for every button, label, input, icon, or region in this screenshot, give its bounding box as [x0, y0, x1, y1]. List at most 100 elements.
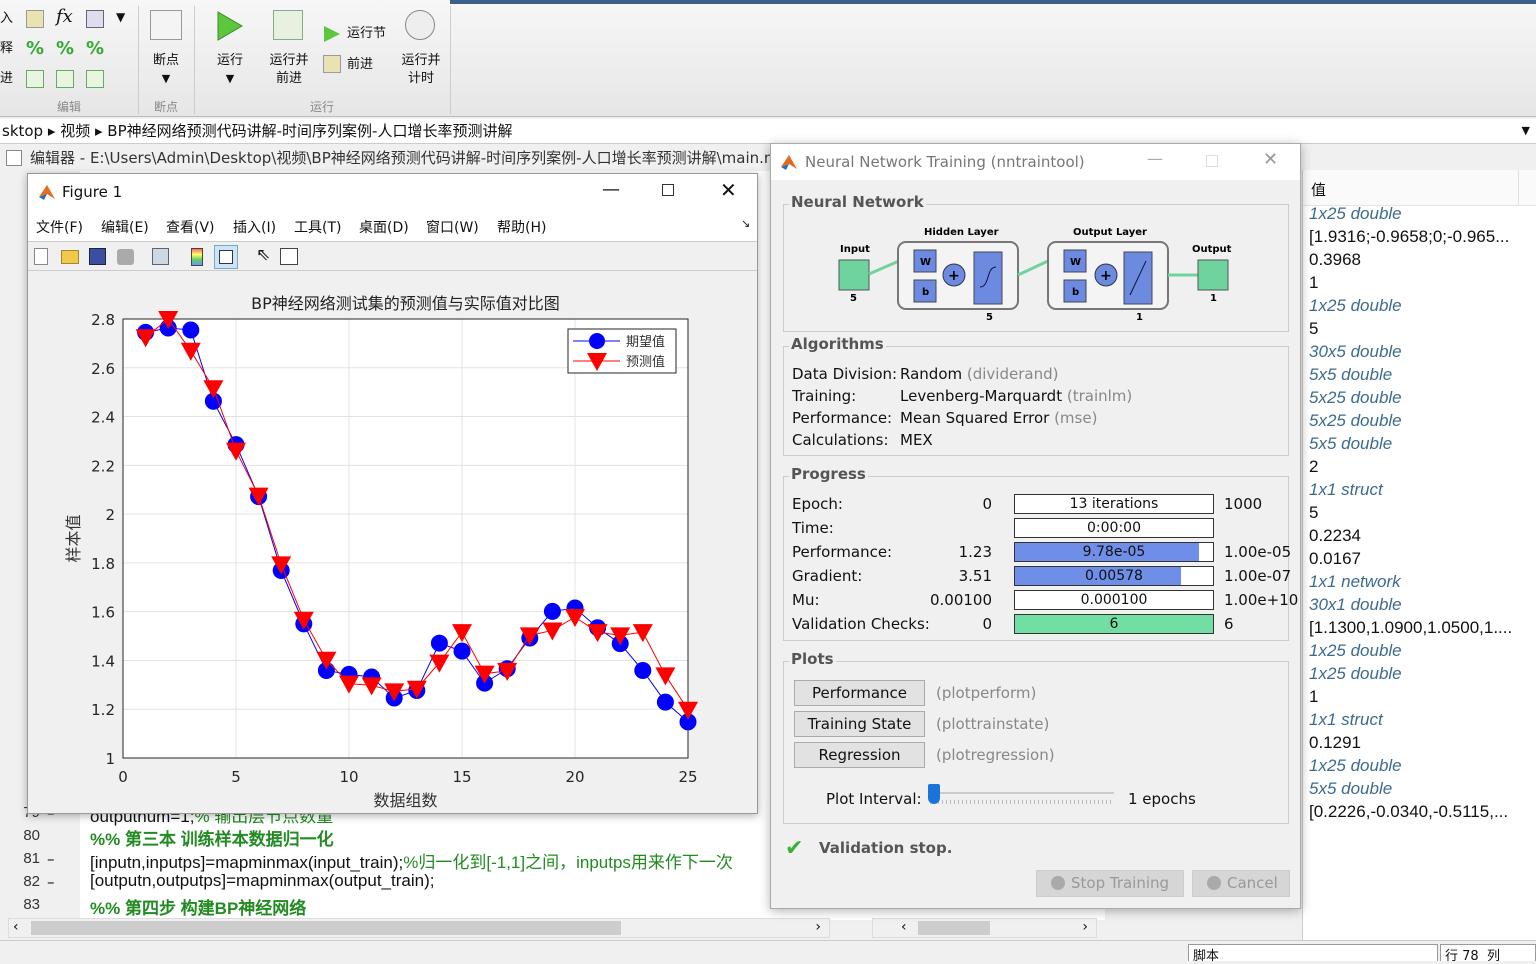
chevron-down-icon[interactable]: ▼	[210, 70, 250, 88]
workspace-value[interactable]: 5x5 double	[1309, 779, 1392, 799]
new-figure-icon[interactable]	[34, 248, 48, 265]
workspace-value[interactable]: 2	[1309, 457, 1318, 477]
minimize-button[interactable]: —	[1147, 149, 1163, 168]
workspace-value[interactable]: 5	[1309, 503, 1318, 523]
property-inspector-icon[interactable]	[280, 248, 298, 265]
insert-function-icon[interactable]	[86, 10, 104, 28]
plot-regression-button[interactable]: Regression	[794, 742, 925, 768]
breakpoint-marker[interactable]: –	[47, 850, 55, 868]
workspace-value[interactable]: 1x25 double	[1309, 204, 1402, 224]
slider-thumb[interactable]	[928, 784, 940, 804]
scroll-left-icon[interactable]: ‹	[901, 919, 907, 935]
editor-horizontal-scrollbar[interactable]: ‹ ›	[8, 918, 830, 938]
breakpoint-button[interactable]: 断点	[146, 52, 186, 70]
workspace-value[interactable]: 1x1 network	[1309, 572, 1401, 592]
colorbar-icon[interactable]	[191, 248, 203, 266]
decrease-indent-icon[interactable]	[86, 70, 104, 88]
dropdown-arrow-icon[interactable]: ▼	[116, 10, 125, 24]
uncomment-icon[interactable]: %	[56, 38, 74, 59]
scrollbar-thumb[interactable]	[31, 921, 621, 935]
menu-item[interactable]: 编辑(E)	[101, 217, 149, 237]
workspace-value[interactable]: 5x25 double	[1309, 388, 1402, 408]
menu-item[interactable]: 插入(I)	[233, 217, 276, 237]
comment-label[interactable]: 释	[0, 40, 13, 58]
dock-arrow-icon[interactable]: ↘	[741, 217, 750, 230]
insert-label[interactable]: 入	[0, 10, 13, 28]
run-advance-button[interactable]: 运行并 前进	[264, 52, 314, 88]
insert-section-icon[interactable]	[26, 10, 44, 28]
plot-training-state-button[interactable]: Training State	[794, 711, 925, 737]
workspace-value[interactable]: [1.9316;-0.9658;0;-0.965...	[1309, 227, 1509, 247]
minimize-button[interactable]: —	[602, 179, 620, 200]
menu-item[interactable]: 工具(T)	[294, 217, 341, 237]
workspace-value[interactable]: 1x25 double	[1309, 296, 1402, 316]
run-section-button[interactable]: 运行节	[347, 25, 386, 43]
workspace-horizontal-scrollbar[interactable]: ‹ ›	[872, 918, 1097, 938]
open-file-icon[interactable]	[61, 250, 79, 264]
run-section-icon[interactable]	[322, 24, 342, 44]
fx-icon[interactable]: fx	[56, 6, 73, 27]
run-icon[interactable]	[216, 10, 244, 42]
cancel-button[interactable]: Cancel	[1192, 870, 1290, 897]
breadcrumb-folder[interactable]: BP神经网络预测代码讲解-时间序列案例-人口增长率预测讲解	[107, 122, 512, 140]
workspace-value[interactable]: 1x1 struct	[1309, 710, 1383, 730]
address-bar[interactable]: sktop ▸ 视频 ▸ BP神经网络预测代码讲解-时间序列案例-人口增长率预测…	[0, 119, 1536, 144]
workspace-value[interactable]: 0.3968	[1309, 250, 1361, 270]
workspace-value[interactable]: 5x25 double	[1309, 411, 1402, 431]
workspace-value[interactable]: [0.2226,-0.0340,-0.5115,...	[1309, 802, 1508, 822]
scroll-right-icon[interactable]: ›	[1082, 919, 1088, 935]
breadcrumb-videos[interactable]: 视频	[60, 122, 90, 140]
advance-button[interactable]: 前进	[347, 56, 373, 74]
workspace-value[interactable]: 1	[1309, 273, 1318, 293]
workspace-value[interactable]: 1x25 double	[1309, 756, 1402, 776]
increase-indent-icon[interactable]	[56, 70, 74, 88]
save-icon[interactable]	[89, 248, 106, 265]
workspace-value[interactable]: 0.2234	[1309, 526, 1361, 546]
plot-performance-button[interactable]: Performance	[794, 680, 925, 706]
print-icon[interactable]	[117, 249, 134, 265]
smart-indent-icon[interactable]	[26, 70, 44, 88]
run-and-time-icon[interactable]	[405, 10, 435, 40]
chevron-down-icon[interactable]: ▼	[146, 70, 186, 88]
menu-item[interactable]: 帮助(H)	[497, 217, 546, 237]
value-column-header[interactable]: 值	[1311, 179, 1326, 200]
menu-item[interactable]: 文件(F)	[36, 217, 83, 237]
scroll-left-icon[interactable]: ‹	[13, 919, 19, 935]
breakpoint-marker[interactable]: –	[47, 873, 55, 891]
code-line[interactable]: %% 第三本 训练样本数据归一化	[90, 825, 334, 850]
pointer-icon[interactable]: ⇖	[256, 245, 270, 265]
workspace-value[interactable]: 5	[1309, 319, 1318, 339]
maximize-button[interactable]	[662, 184, 674, 196]
breakpoint-icon[interactable]	[150, 10, 182, 40]
advance-icon[interactable]	[323, 55, 341, 73]
menu-item[interactable]: 查看(V)	[166, 217, 215, 237]
plot-interval-slider[interactable]	[930, 792, 1114, 794]
stop-training-button[interactable]: Stop Training	[1036, 870, 1184, 897]
workspace-value[interactable]: 1x25 double	[1309, 641, 1402, 661]
menu-item[interactable]: 窗口(W)	[426, 217, 479, 237]
maximize-button[interactable]	[1206, 155, 1218, 167]
wrap-comment-icon[interactable]: %	[86, 38, 104, 59]
run-button[interactable]: 运行	[210, 52, 250, 70]
close-button[interactable]: ✕	[720, 178, 737, 202]
breadcrumb-desktop[interactable]: sktop	[2, 122, 43, 140]
code-line[interactable]: [outputn,outputps]=mapminmax(output_trai…	[90, 871, 434, 891]
scrollbar-thumb[interactable]	[918, 921, 990, 935]
workspace-value[interactable]: 30x5 double	[1309, 342, 1402, 362]
workspace-value[interactable]: 0.0167	[1309, 549, 1361, 569]
scroll-right-icon[interactable]: ›	[815, 919, 821, 935]
legend-icon[interactable]	[214, 245, 238, 269]
workspace-value[interactable]: 1x25 double	[1309, 664, 1402, 684]
indent-label[interactable]: 进	[0, 70, 13, 88]
comment-icon[interactable]: %	[26, 38, 44, 59]
workspace-value[interactable]: [1.1300,1.0900,1.0500,1....	[1309, 618, 1512, 638]
workspace-value[interactable]: 30x1 double	[1309, 595, 1402, 615]
address-dropdown-icon[interactable]: ▼	[1522, 119, 1530, 143]
menu-item[interactable]: 桌面(D)	[359, 217, 409, 237]
link-figure-icon[interactable]	[152, 248, 169, 265]
workspace-value[interactable]: 1x1 struct	[1309, 480, 1383, 500]
workspace-value[interactable]: 5x5 double	[1309, 365, 1392, 385]
workspace-value[interactable]: 5x5 double	[1309, 434, 1392, 454]
run-and-time-button[interactable]: 运行并 计时	[396, 52, 446, 88]
run-advance-icon[interactable]	[273, 10, 303, 40]
